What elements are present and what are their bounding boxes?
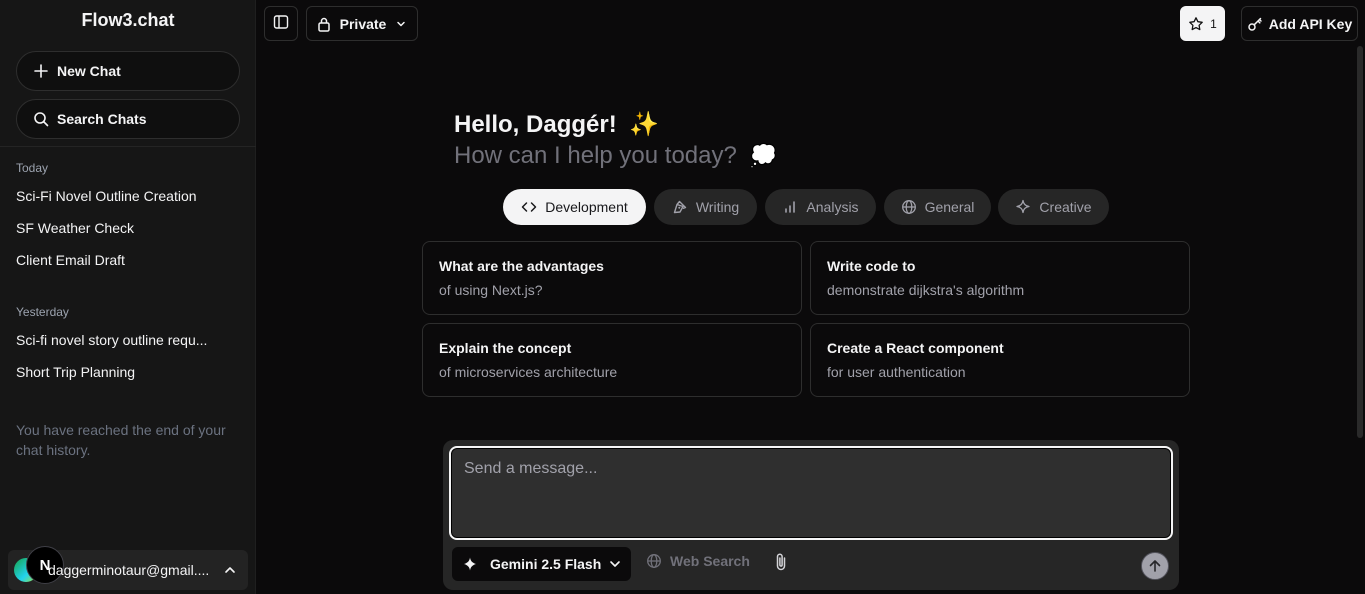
- search-chats-button[interactable]: Search Chats: [16, 99, 240, 139]
- chat-item[interactable]: Sci-fi novel story outline requ...: [16, 332, 240, 348]
- chevron-down-icon: [607, 556, 623, 572]
- bar-chart-icon: [782, 199, 798, 215]
- suggestion-title: What are the advantages: [439, 258, 604, 274]
- message-input[interactable]: [449, 446, 1173, 540]
- tab-analysis[interactable]: Analysis: [765, 189, 876, 225]
- pen-tool-icon: [672, 199, 688, 215]
- web-search-toggle[interactable]: Web Search: [646, 553, 750, 569]
- key-icon: [1247, 16, 1263, 32]
- suggestion-subtitle: of microservices architecture: [439, 364, 618, 380]
- globe-icon: [901, 199, 917, 215]
- subgreeting-text: How can I help you today?: [454, 142, 737, 169]
- search-icon: [33, 111, 49, 127]
- suggestion-subtitle: of using Next.js?: [439, 282, 543, 298]
- suggestion-title: Explain the concept: [439, 340, 572, 356]
- suggestion-card[interactable]: Write code to demonstrate dijkstra's alg…: [810, 241, 1190, 315]
- plus-icon: [33, 63, 49, 79]
- web-search-label: Web Search: [670, 553, 750, 569]
- tab-general[interactable]: General: [884, 189, 991, 225]
- toggle-sidebar-button[interactable]: [264, 6, 298, 41]
- star-button[interactable]: 1: [1180, 6, 1225, 41]
- model-selector[interactable]: Gemini 2.5 Flash: [452, 547, 631, 581]
- sparkles-icon: ✨: [629, 111, 660, 138]
- globe-icon: [646, 553, 662, 569]
- greeting-heading: Hello, Daggér! ✨: [454, 110, 659, 139]
- visibility-selector[interactable]: Private: [306, 6, 418, 41]
- tab-creative[interactable]: Creative: [998, 189, 1109, 225]
- subgreeting: How can I help you today? 💭: [454, 142, 777, 170]
- tab-label: Development: [545, 199, 628, 215]
- chat-item[interactable]: Client Email Draft: [16, 252, 240, 268]
- sidebar-toggle-icon: [273, 14, 289, 33]
- chevron-up-icon: [222, 562, 238, 578]
- chevron-down-icon: [395, 18, 407, 30]
- new-chat-label: New Chat: [57, 63, 121, 79]
- star-count: 1: [1210, 16, 1217, 31]
- add-api-key-label: Add API Key: [1268, 15, 1353, 32]
- send-button[interactable]: [1141, 552, 1169, 580]
- sidebar-divider: [0, 146, 256, 147]
- lock-icon: [317, 16, 331, 32]
- sidebar: Flow3.chat New Chat Search Chats Today S…: [0, 0, 256, 594]
- group-label-today: Today: [16, 161, 49, 175]
- tab-label: Writing: [695, 199, 740, 215]
- sparkle-icon: [462, 556, 478, 572]
- add-api-key-button[interactable]: Add API Key: [1241, 6, 1358, 41]
- suggestion-card[interactable]: Explain the concept of microservices arc…: [422, 323, 802, 397]
- suggestion-subtitle: for user authentication: [827, 364, 966, 380]
- greeting-text: Hello, Daggér!: [454, 111, 617, 138]
- suggestion-subtitle: demonstrate dijkstra's algorithm: [827, 282, 1025, 298]
- visibility-label: Private: [339, 15, 387, 32]
- search-chats-label: Search Chats: [57, 111, 147, 127]
- tab-label: General: [924, 199, 975, 215]
- model-name: Gemini 2.5 Flash: [490, 556, 602, 572]
- end-of-history-message: You have reached the end of your chat hi…: [16, 422, 226, 458]
- chat-item[interactable]: SF Weather Check: [16, 220, 240, 236]
- suggestion-title: Create a React component: [827, 340, 1004, 356]
- scrollbar[interactable]: [1357, 46, 1363, 438]
- chat-item[interactable]: Sci-Fi Novel Outline Creation: [16, 188, 240, 204]
- suggestion-card[interactable]: Create a React component for user authen…: [810, 323, 1190, 397]
- app-title: Flow3.chat: [81, 10, 175, 30]
- paperclip-icon: [774, 552, 788, 572]
- new-chat-button[interactable]: New Chat: [16, 51, 240, 91]
- sparkle-icon: [1015, 199, 1031, 215]
- chat-item[interactable]: Short Trip Planning: [16, 364, 240, 380]
- tab-development[interactable]: Development: [503, 189, 646, 225]
- star-icon: [1188, 16, 1204, 32]
- message-composer: Gemini 2.5 Flash Web Search: [443, 440, 1179, 590]
- code-icon: [521, 199, 537, 215]
- tab-writing[interactable]: Writing: [654, 189, 757, 225]
- group-label-yesterday: Yesterday: [16, 305, 69, 319]
- tab-label: Analysis: [806, 199, 859, 215]
- attach-file-button[interactable]: [771, 551, 791, 573]
- account-menu-button[interactable]: N daggerminotaur@gmail....: [8, 546, 248, 590]
- tab-label: Creative: [1039, 199, 1092, 215]
- suggestion-card[interactable]: What are the advantages of using Next.js…: [422, 241, 802, 315]
- thought-bubble-icon: 💭: [749, 143, 777, 168]
- suggestion-title: Write code to: [827, 258, 916, 274]
- account-email: daggerminotaur@gmail....: [48, 562, 210, 578]
- arrow-up-icon: [1148, 559, 1162, 573]
